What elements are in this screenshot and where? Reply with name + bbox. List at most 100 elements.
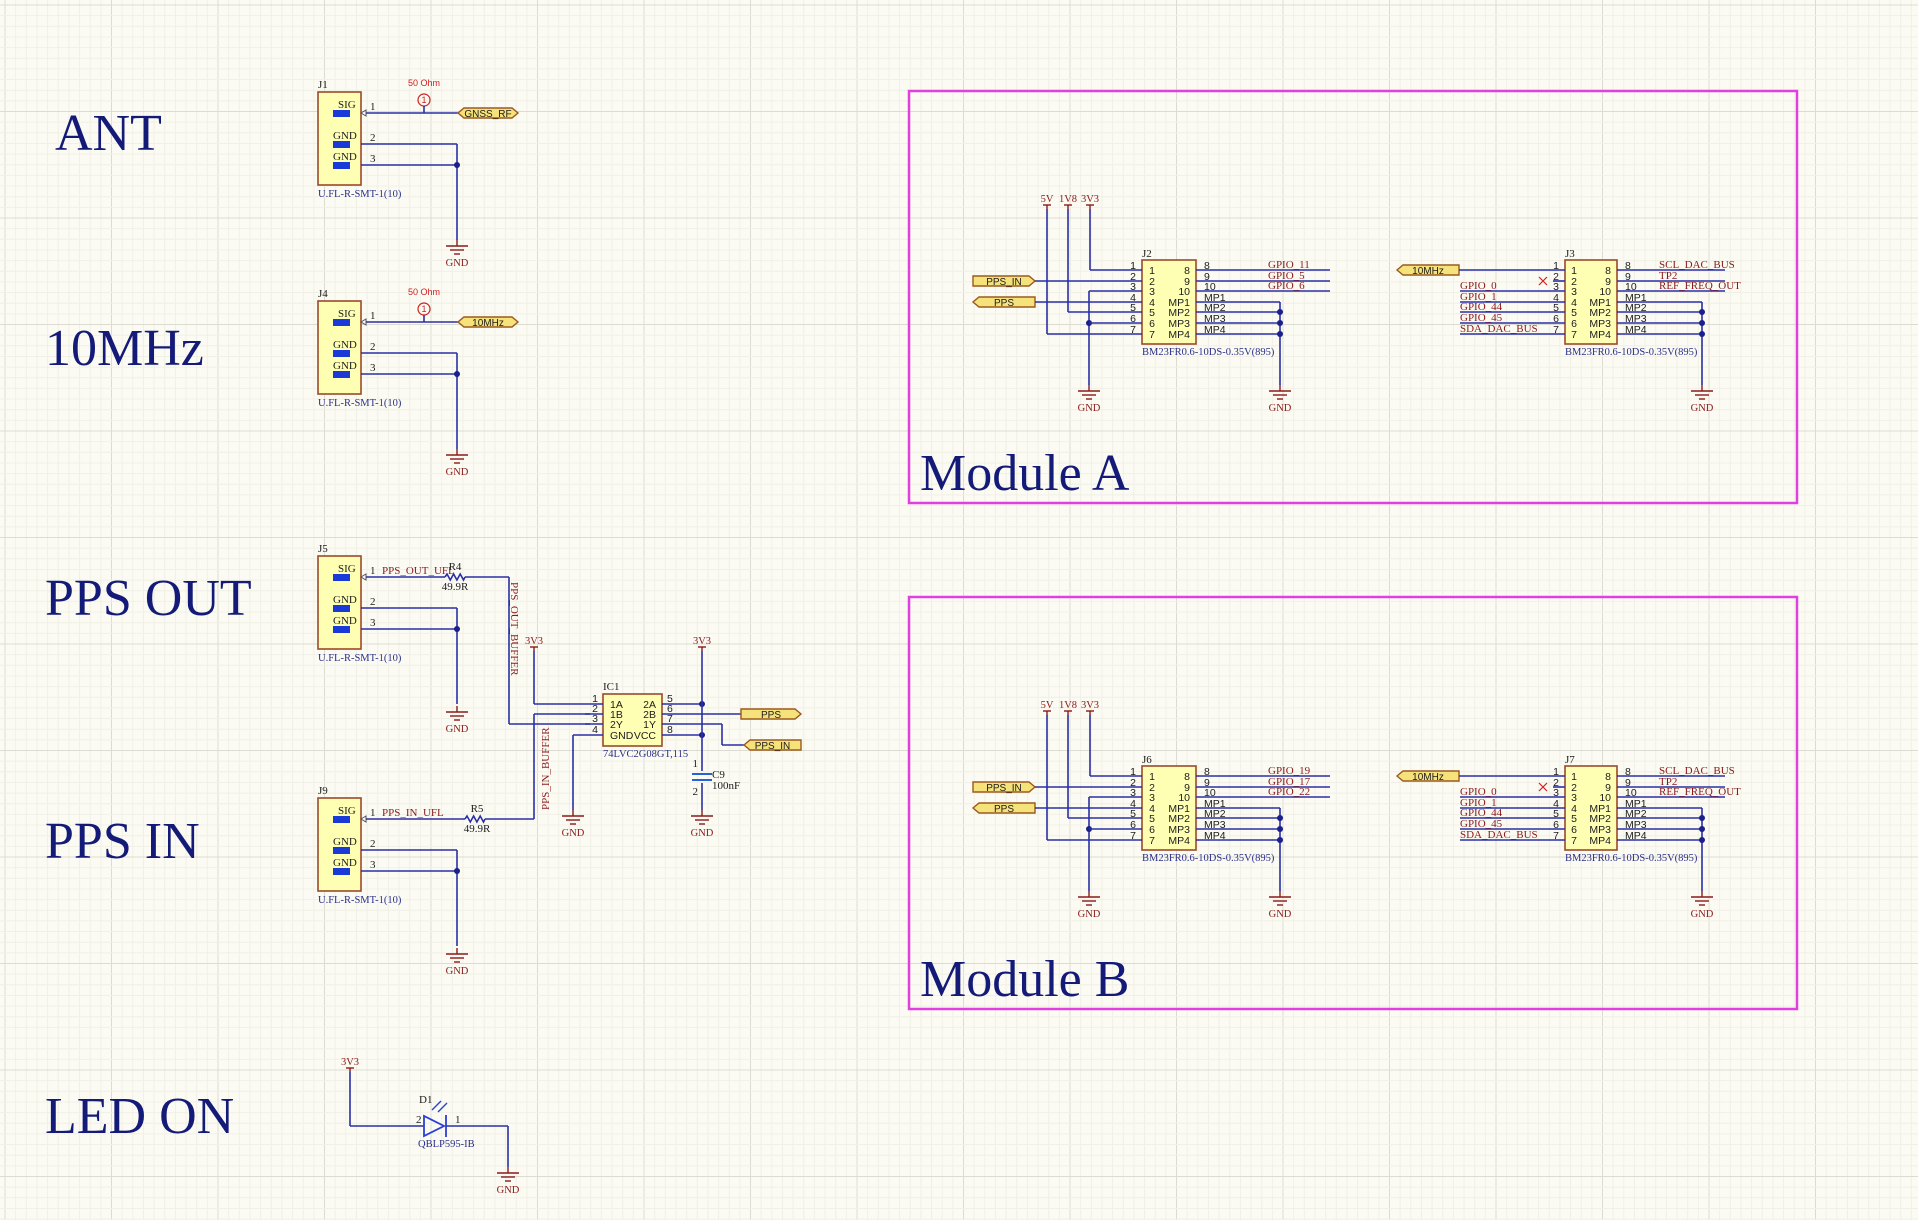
ground-label: GND — [1269, 909, 1292, 920]
impedance-label: 50 Ohm — [408, 78, 440, 88]
led-part-number: QBLP595-IB — [418, 1139, 475, 1150]
pin-number: 7 — [1149, 329, 1155, 341]
ground-label: GND — [1691, 403, 1714, 414]
pin-name: GND — [333, 151, 357, 163]
net-port-label: PPS_IN — [986, 277, 1022, 288]
net-port-label: PPS_IN — [755, 741, 791, 752]
pin-name: SIG — [338, 805, 356, 817]
pin-number: 1 — [370, 807, 376, 819]
pin-pad — [333, 350, 350, 357]
ground-label: GND — [497, 1185, 520, 1196]
pin-pad — [333, 605, 350, 612]
pin-name: GND — [333, 339, 357, 351]
ground-symbol — [1691, 891, 1713, 906]
junction-dot — [454, 162, 460, 168]
power-label: 3V3 — [1081, 700, 1099, 711]
pin-number: 1 — [370, 101, 376, 113]
connector-ref: J2 — [1142, 248, 1152, 260]
power-label: 5V — [1041, 700, 1054, 711]
net-port-label: PPS — [994, 804, 1014, 815]
pin-pad — [333, 371, 350, 378]
pin-pad — [333, 626, 350, 633]
connector-ref: J9 — [318, 785, 328, 797]
led-diode-symbol — [423, 1114, 447, 1138]
pin-name: VCC — [634, 730, 657, 742]
net-port-label: PPS — [994, 298, 1014, 309]
power-label: 3V3 — [1081, 194, 1099, 205]
net-port-label: PPS_IN — [986, 783, 1022, 794]
net-label: PPS_IN_BUFFER — [540, 727, 552, 810]
pin-number: 2 — [370, 596, 376, 608]
junction-dot — [454, 626, 460, 632]
schematic-sheet: ANT 10MHz PPS OUT PPS IN LED ON J1 SIG 1 GND 2 GND… — [0, 0, 1918, 1220]
connector-ref: J4 — [318, 288, 328, 300]
ground-label: GND — [446, 966, 469, 977]
ground-symbol — [1691, 385, 1713, 400]
pin-number: 2 — [370, 838, 376, 850]
pin-number: 3 — [370, 362, 376, 374]
net-port-label: GNSS_RF — [464, 109, 511, 120]
ground-symbol — [446, 948, 468, 963]
ground-label: GND — [691, 828, 714, 839]
resistor-value: 49.9R — [464, 823, 491, 835]
pin-number: 3 — [370, 617, 376, 629]
pin-number: 1 — [370, 565, 376, 577]
pin-number: 3 — [370, 859, 376, 871]
pin-name: GND — [333, 615, 357, 627]
pin-name: SIG — [338, 308, 356, 320]
ground-symbol — [691, 810, 713, 825]
connector-ref: J1 — [318, 79, 328, 91]
net-label: PPS_OUT_BUFFER — [508, 582, 520, 676]
pin-name: GND — [333, 594, 357, 606]
power-label: 5V — [1041, 194, 1054, 205]
led-pin: 2 — [416, 1114, 422, 1126]
pin-name: SIG — [338, 99, 356, 111]
junction-dot — [1699, 837, 1705, 843]
resistor-value: 49.9R — [442, 581, 469, 593]
module-title: Module A — [920, 445, 1130, 502]
capacitor-pin: 2 — [693, 786, 699, 798]
net-port-label: PPS — [761, 710, 781, 721]
pin-pad — [333, 162, 350, 169]
capacitor-value: 100nF — [712, 780, 740, 792]
pin-pad — [333, 816, 350, 823]
junction-dot — [454, 868, 460, 874]
connector-part-number: U.FL-R-SMT-1(10) — [318, 398, 402, 409]
resistor-ref: R4 — [449, 561, 462, 573]
ground-symbol — [446, 240, 468, 255]
pin-name: MP4 — [1589, 835, 1611, 847]
pin-name: MP4 — [1168, 835, 1190, 847]
section-label: LED ON — [45, 1088, 234, 1145]
net-label: PPS_OUT_UFL — [382, 565, 455, 577]
connector-ref: J6 — [1142, 754, 1152, 766]
capacitor-pin: 1 — [693, 758, 699, 770]
ground-label: GND — [1078, 909, 1101, 920]
junction-dot — [1277, 815, 1283, 821]
connector-ref: J3 — [1565, 248, 1575, 260]
pin-number: 7 — [1571, 329, 1577, 341]
power-label: 1V8 — [1059, 194, 1077, 205]
pin-name: MP4 — [1589, 329, 1611, 341]
net-label: REF_FREQ_OUT — [1659, 786, 1741, 798]
ground-label: GND — [446, 724, 469, 735]
net-label: GPIO_6 — [1268, 280, 1305, 292]
pin-pad — [333, 574, 350, 581]
pin-number: 7 — [1571, 835, 1577, 847]
connector-part-number: BM23FR0.6-10DS-0.35V(895) — [1565, 347, 1698, 358]
pin-number: 7 — [1149, 835, 1155, 847]
ground-label: GND — [562, 828, 585, 839]
pin-name: SIG — [338, 563, 356, 575]
pin-name: GND — [333, 130, 357, 142]
module-title: Module B — [920, 951, 1129, 1008]
net-port-label: 10MHz — [472, 318, 504, 329]
pin-pad — [333, 141, 350, 148]
connector-part-number: BM23FR0.6-10DS-0.35V(895) — [1142, 347, 1275, 358]
ground-symbol — [1078, 891, 1100, 906]
connector-part-number: U.FL-R-SMT-1(10) — [318, 189, 402, 200]
impedance-marker-number: 1 — [421, 95, 426, 105]
pin-name: GND — [333, 836, 357, 848]
power-label: 3V3 — [525, 636, 543, 647]
junction-dot — [1277, 309, 1283, 315]
no-connect-icon — [1538, 276, 1548, 286]
junction-dot — [454, 371, 460, 377]
